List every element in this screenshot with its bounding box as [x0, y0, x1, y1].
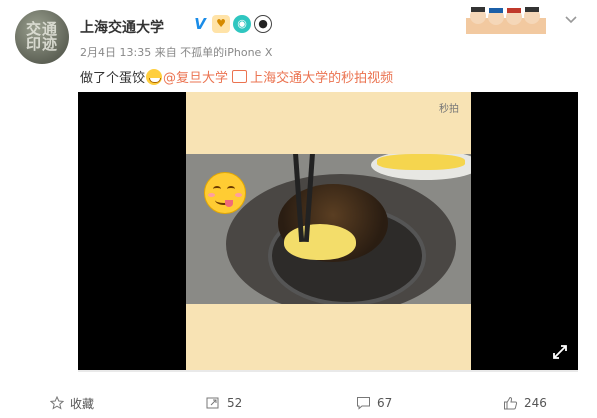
video-link-icon — [232, 70, 248, 83]
laughing-emoji-icon — [146, 69, 163, 85]
comment-button[interactable]: 67 — [356, 392, 392, 414]
post-meta: 2月4日 13:35 来自 不孤单的iPhone X — [80, 46, 273, 59]
star-icon — [50, 396, 64, 410]
thumbs-up-icon — [504, 396, 518, 410]
fullscreen-icon[interactable] — [552, 344, 568, 360]
video-watermark: 秒拍 — [439, 104, 459, 115]
avatar[interactable]: 交通 印迹 — [15, 10, 69, 64]
video-progress[interactable] — [78, 370, 578, 372]
video-player[interactable]: 秒拍 — [78, 92, 578, 370]
egg-dumplings-on-plate — [377, 154, 465, 170]
action-bar: 收藏 52 67 246 — [0, 392, 597, 414]
comment-count: 67 — [377, 396, 393, 410]
avatar-text: 交通 印迹 — [25, 20, 58, 53]
like-count: 246 — [524, 396, 547, 410]
gift-badge-icon[interactable]: ♥ — [212, 15, 230, 33]
video-scene — [186, 154, 471, 304]
panda-badge-icon[interactable]: ● — [254, 15, 272, 33]
repost-icon — [206, 397, 219, 409]
comment-icon — [357, 397, 370, 410]
post-text: 做了个蛋饺 @复旦大学 上海交通大学的秒拍视频 — [80, 67, 393, 86]
favorite-label: 收藏 — [70, 396, 95, 411]
tongue-smile-emoji-icon — [204, 172, 246, 214]
egg-omelet — [284, 224, 356, 260]
video-link[interactable]: 上海交通大学的秒拍视频 — [250, 71, 393, 86]
author-name[interactable]: 上海交通大学 — [80, 17, 164, 37]
chevron-down-icon[interactable] — [563, 12, 579, 28]
repost-button[interactable]: 52 — [206, 392, 242, 414]
mention-link[interactable]: @复旦大学 — [163, 71, 228, 86]
verified-icon[interactable]: V — [191, 15, 209, 33]
favorite-button[interactable]: 收藏 — [50, 392, 94, 414]
video-frame: 秒拍 — [186, 92, 471, 370]
camera-badge-icon[interactable]: ◉ — [233, 15, 251, 33]
like-button[interactable]: 246 — [503, 392, 547, 414]
post-text-prefix: 做了个蛋饺 — [80, 71, 146, 86]
badge-row: V ♥ ◉ ● — [191, 15, 272, 33]
cartoon-decoration-icon — [466, 7, 546, 34]
repost-count: 52 — [227, 396, 243, 410]
